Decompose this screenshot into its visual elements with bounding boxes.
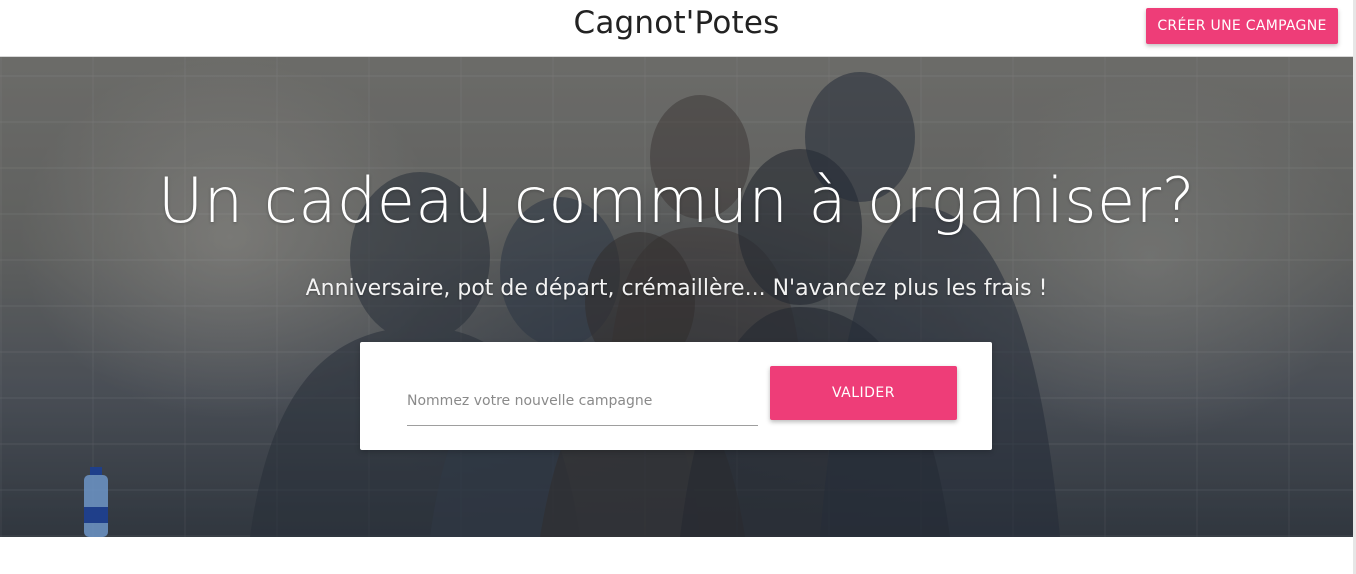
water-bottle-image (84, 467, 108, 537)
hero-section: Un cadeau commun à organiser? Anniversai… (0, 57, 1353, 537)
campaign-form: VALIDER (360, 342, 992, 450)
hero-subtitle: Anniversaire, pot de départ, crémaillère… (305, 276, 1048, 301)
create-campaign-button[interactable]: CRÉER UNE CAMPAGNE (1146, 8, 1338, 44)
campaign-name-input[interactable] (407, 376, 758, 426)
hero-title: Un cadeau commun à organiser? (157, 164, 1196, 237)
top-header: Cagnot'Potes CRÉER UNE CAMPAGNE (0, 0, 1353, 57)
validate-button[interactable]: VALIDER (770, 366, 957, 420)
page: Cagnot'Potes CRÉER UNE CAMPAGNE Un cadea… (0, 0, 1356, 574)
